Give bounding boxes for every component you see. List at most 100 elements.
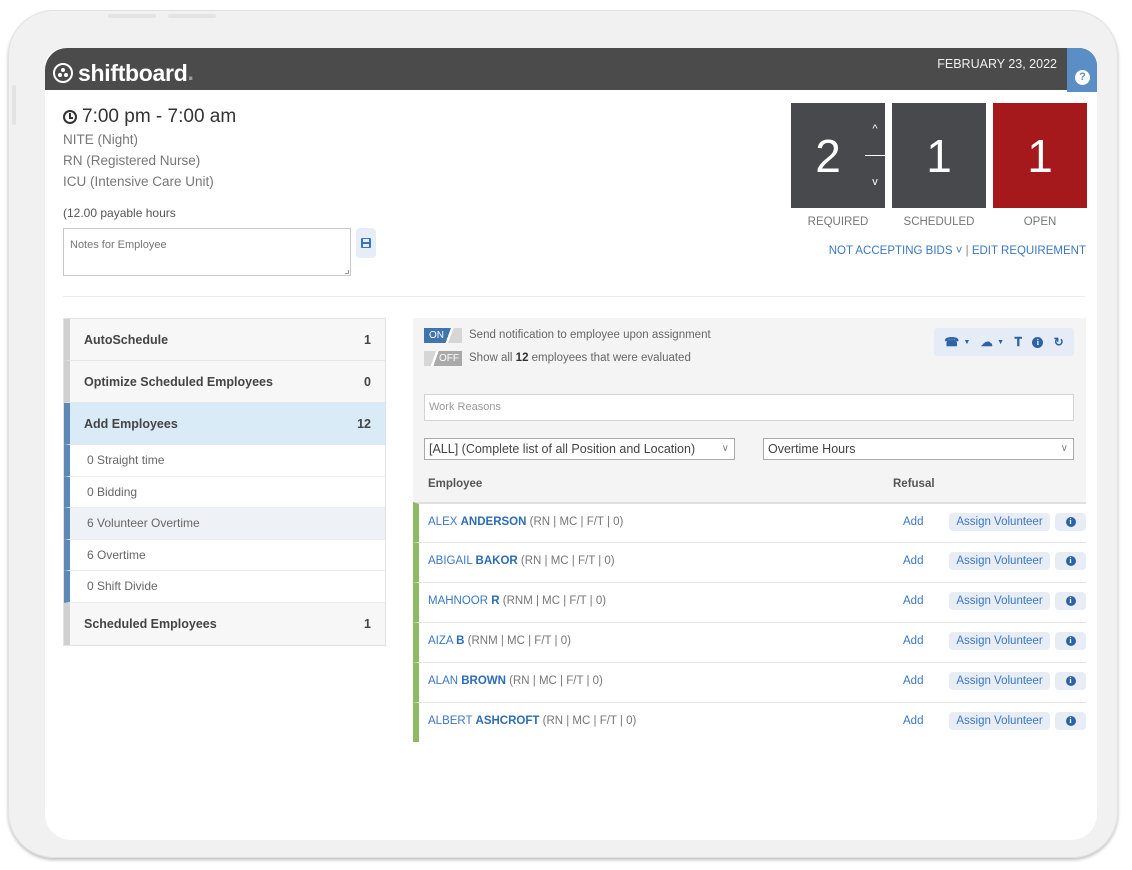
- employee-info-button[interactable]: i: [1055, 592, 1086, 610]
- info-icon: i: [1065, 517, 1076, 527]
- employee-info-button[interactable]: i: [1055, 513, 1086, 531]
- employee-panel: ON Send notification to employee upon as…: [413, 318, 1086, 748]
- table-row: MAHNOOR R (RNM | MC | F/T | 0) Add Assig…: [413, 582, 1086, 622]
- employee-info-button[interactable]: i: [1055, 632, 1086, 650]
- current-date: FEBRUARY 23, 2022: [937, 57, 1057, 71]
- add-button[interactable]: Add: [903, 635, 923, 647]
- bids-dropdown[interactable]: NOT ACCEPTING BIDS ˅: [829, 245, 963, 257]
- work-reasons-input[interactable]: Work Reasons: [424, 394, 1074, 421]
- required-stepper: ^ v: [865, 103, 885, 208]
- table-row: ABIGAIL BAKOR (RN | MC | F/T | 0) Add As…: [413, 542, 1086, 582]
- assign-volunteer-button[interactable]: Assign Volunteer: [949, 552, 1050, 570]
- employee-name-link[interactable]: ABIGAIL BAKOR (RN | MC | F/T | 0): [428, 555, 615, 567]
- add-button[interactable]: Add: [903, 555, 923, 567]
- nav-optimize-scheduled[interactable]: Optimize Scheduled Employees 0: [64, 361, 385, 403]
- nav-bidding[interactable]: 0 Bidding: [64, 476, 385, 508]
- notes-for-employee-input[interactable]: [63, 228, 351, 276]
- requirement-links: NOT ACCEPTING BIDS ˅ | EDIT REQUIREMENT: [828, 245, 1086, 257]
- filter-icon[interactable]: 𝐓: [1014, 335, 1022, 350]
- open-count: 1: [993, 103, 1087, 208]
- show-all-label: Show all 12 employees that were evaluate…: [469, 352, 691, 364]
- employee-info-button[interactable]: i: [1055, 672, 1086, 690]
- table-row: AIZA B (RNM | MC | F/T | 0) Add Assign V…: [413, 622, 1086, 662]
- info-icon[interactable]: i: [1032, 336, 1044, 348]
- assign-volunteer-button[interactable]: Assign Volunteer: [949, 632, 1050, 650]
- chevron-down-icon: ∨: [1060, 443, 1068, 454]
- employee-info-button[interactable]: i: [1055, 552, 1086, 570]
- chevron-down-icon: ∨: [721, 443, 729, 454]
- nav-volunteer-overtime[interactable]: 6 Volunteer Overtime: [64, 508, 385, 540]
- shift-schedule: NITE (Night): [63, 132, 139, 147]
- shiftboard-logo-icon: [53, 62, 73, 83]
- table-row: ALEX ANDERSON (RN | MC | F/T | 0) Add As…: [413, 502, 1086, 542]
- required-count: 2: [791, 103, 865, 208]
- refusal-column-header: Refusal: [893, 478, 935, 490]
- table-row: ALBERT ASHCROFT (RN | MC | F/T | 0) Add …: [413, 702, 1086, 742]
- shift-time-text: 7:00 pm - 7:00 am: [82, 106, 237, 127]
- open-label: OPEN: [1023, 216, 1057, 228]
- add-button[interactable]: Add: [903, 715, 923, 727]
- count: 1: [364, 616, 371, 631]
- shift-location: ICU (Intensive Care Unit): [63, 174, 214, 189]
- resize-handle[interactable]: [345, 270, 349, 274]
- assign-volunteer-button[interactable]: Assign Volunteer: [949, 712, 1050, 730]
- notify-toggle[interactable]: ON: [424, 328, 462, 343]
- nav-shift-divide[interactable]: 0 Shift Divide: [64, 571, 385, 603]
- table-row: ALAN BROWN (RN | MC | F/T | 0) Add Assig…: [413, 662, 1086, 702]
- nav-autoschedule[interactable]: AutoSchedule 1: [64, 319, 385, 361]
- assign-volunteer-button[interactable]: Assign Volunteer: [949, 513, 1050, 531]
- edit-requirement-link[interactable]: EDIT REQUIREMENT: [972, 245, 1086, 257]
- cloud-icon[interactable]: ☁: [981, 335, 993, 349]
- employee-name-link[interactable]: AIZA B (RNM | MC | F/T | 0): [428, 635, 571, 647]
- increment-required-button[interactable]: ^: [865, 103, 885, 155]
- logo[interactable]: shiftboard.: [53, 59, 194, 86]
- assign-volunteer-button[interactable]: Assign Volunteer: [949, 672, 1050, 690]
- divider: [63, 296, 1085, 297]
- shift-time: 7:00 pm - 7:00 am: [63, 106, 236, 128]
- employee-info-button[interactable]: i: [1055, 712, 1086, 730]
- nav-straight-time[interactable]: 0 Straight time: [64, 445, 385, 477]
- decrement-required-button[interactable]: v: [865, 156, 885, 208]
- nav-add-employees[interactable]: Add Employees 12: [64, 403, 385, 445]
- info-icon: i: [1065, 596, 1076, 606]
- add-button[interactable]: Add: [903, 675, 923, 687]
- question-circle-icon: ?: [1075, 70, 1090, 85]
- scheduled-count: 1: [892, 103, 986, 208]
- employee-name-link[interactable]: ALBERT ASHCROFT (RN | MC | F/T | 0): [428, 715, 636, 727]
- add-button[interactable]: Add: [903, 595, 923, 607]
- assign-volunteer-button[interactable]: Assign Volunteer: [949, 592, 1050, 610]
- nav-scheduled-employees[interactable]: Scheduled Employees 1: [64, 602, 385, 645]
- caret-down-icon[interactable]: ▼: [997, 339, 1004, 346]
- shift-position: RN (Registered Nurse): [63, 153, 201, 168]
- screen: shiftboard. FEBRUARY 23, 2022 ? 7:00 pm …: [45, 48, 1097, 840]
- count: 1: [364, 332, 371, 347]
- top-bar: shiftboard. FEBRUARY 23, 2022 ?: [45, 48, 1097, 92]
- sort-select[interactable]: Overtime Hours ∨: [763, 438, 1074, 460]
- assignment-nav: AutoSchedule 1 Optimize Scheduled Employ…: [63, 318, 386, 646]
- save-notes-button[interactable]: [356, 228, 376, 258]
- device-side-button: [12, 85, 16, 125]
- nav-overtime[interactable]: 6 Overtime: [64, 539, 385, 571]
- refresh-icon[interactable]: ↻: [1054, 335, 1064, 349]
- employee-name-link[interactable]: MAHNOOR R (RNM | MC | F/T | 0): [428, 595, 606, 607]
- position-location-select[interactable]: [ALL] (Complete list of all Position and…: [424, 438, 735, 460]
- info-icon: i: [1065, 636, 1076, 646]
- tablet-frame: shiftboard. FEBRUARY 23, 2022 ? 7:00 pm …: [8, 10, 1118, 858]
- brand-name: shiftboard: [78, 59, 188, 86]
- info-icon: i: [1065, 676, 1076, 686]
- phone-icon[interactable]: ☎: [944, 335, 959, 349]
- device-button: [108, 14, 156, 18]
- clock-icon: [63, 110, 77, 124]
- employee-name-link[interactable]: ALAN BROWN (RN | MC | F/T | 0): [428, 675, 603, 687]
- payable-hours: (12.00 payable hours: [63, 206, 176, 220]
- help-button[interactable]: ?: [1067, 48, 1097, 92]
- required-label: REQUIRED: [807, 216, 869, 228]
- show-all-toggle[interactable]: OFF: [424, 351, 462, 366]
- caret-down-icon[interactable]: ▼: [964, 339, 971, 346]
- device-button: [168, 14, 216, 18]
- notify-label: Send notification to employee upon assig…: [469, 329, 711, 341]
- add-button[interactable]: Add: [903, 516, 923, 528]
- employee-table: ALEX ANDERSON (RN | MC | F/T | 0) Add As…: [413, 502, 1086, 742]
- employee-name-link[interactable]: ALEX ANDERSON (RN | MC | F/T | 0): [428, 516, 623, 528]
- info-icon: i: [1065, 556, 1076, 566]
